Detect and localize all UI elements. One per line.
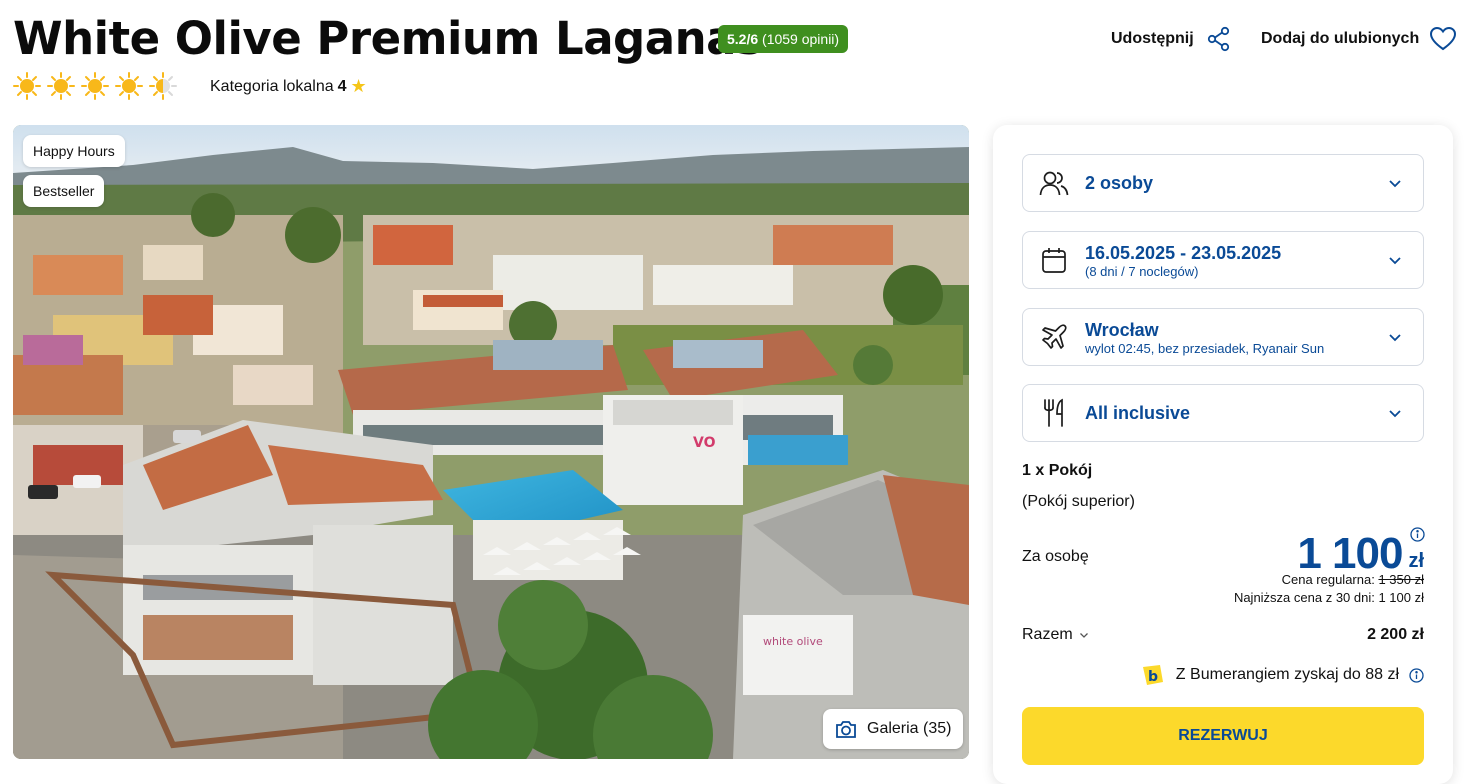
favorite-button[interactable]: Dodaj do ulubionych <box>1261 26 1457 52</box>
gallery-label: Galeria (35) <box>867 720 952 737</box>
favorite-label: Dodaj do ulubionych <box>1261 30 1420 47</box>
chevron-down-icon <box>1389 256 1401 264</box>
share-button[interactable]: Udostępnij <box>1111 26 1232 52</box>
total-toggle[interactable]: Razem <box>1022 626 1089 644</box>
cutlery-icon <box>1044 398 1063 427</box>
sun-icon <box>13 72 41 100</box>
rating-count: (1059 opinii) <box>762 31 840 47</box>
plane-icon <box>1042 324 1067 349</box>
bumerang-logo-icon: b <box>1142 665 1163 685</box>
booking-panel: 2 osoby 16.05.2025 - 23.05.2025 (8 dni /… <box>993 125 1453 784</box>
per-person-label: Za osobę <box>1022 548 1089 565</box>
svg-text:VO: VO <box>693 435 716 451</box>
total-label: Razem <box>1022 626 1073 643</box>
room-type: (Pokój superior) <box>1022 493 1135 510</box>
share-label: Udostępnij <box>1111 30 1194 47</box>
hotel-aerial-image: VO white olive <box>13 125 969 759</box>
share-icon <box>1207 26 1229 52</box>
regular-price-value: 1 350 zł <box>1378 572 1424 587</box>
svg-text:b: b <box>1148 669 1158 685</box>
regular-price-line: Cena regularna: 1 350 zł <box>1282 572 1424 587</box>
hotel-photo[interactable]: VO white olive <box>13 125 969 759</box>
dates-value: 16.05.2025 - 23.05.2025 <box>1085 242 1282 263</box>
sun-icon <box>47 72 75 100</box>
bumerang-text: Z Bumerangiem zyskaj do 88 zł <box>1175 666 1399 683</box>
bumerang-info: b Z Bumerangiem zyskaj do 88 zł <box>1140 662 1424 688</box>
room-count: 1 x Pokój <box>1022 462 1093 479</box>
price-currency: zł <box>1408 550 1424 572</box>
rating-badge[interactable]: 5.2/6 (1059 opinii) <box>718 25 849 53</box>
bestseller-tag: Bestseller <box>23 175 105 207</box>
chevron-down-icon <box>1389 409 1401 417</box>
board-value: All inclusive <box>1085 403 1191 423</box>
chevron-down-icon <box>1079 632 1088 638</box>
book-button[interactable]: REZERWUJ <box>1022 707 1424 765</box>
half-sun-icon <box>149 72 177 100</box>
gallery-button[interactable]: Galeria (35) <box>823 709 964 749</box>
departure-city: Wrocław <box>1085 319 1159 340</box>
local-category: Kategoria lokalna 4 ★ <box>210 76 367 97</box>
dates-selector[interactable]: 16.05.2025 - 23.05.2025 (8 dni / 7 nocle… <box>1022 231 1424 289</box>
departure-sub: wylot 02:45, bez przesiadek, Ryanair Sun <box>1085 340 1325 356</box>
board-selector[interactable]: All inclusive <box>1022 384 1424 442</box>
chevron-down-icon <box>1389 179 1401 187</box>
info-icon[interactable] <box>1410 527 1425 542</box>
calendar-icon <box>1042 248 1066 273</box>
hotel-title: White Olive Premium Laganas <box>13 12 763 65</box>
sun-icon <box>115 72 143 100</box>
star-icon: ★ <box>350 76 367 96</box>
svg-text:white olive: white olive <box>763 635 823 648</box>
total-value: 2 200 zł <box>1367 626 1424 643</box>
sun-rating <box>13 72 177 100</box>
regular-price-label: Cena regularna: <box>1281 572 1375 587</box>
hotel-header: White Olive Premium Laganas 5.2/6 (1059 … <box>0 0 1467 120</box>
local-category-label: Kategoria lokalna <box>210 77 334 95</box>
info-icon[interactable] <box>1409 667 1424 683</box>
departure-selector[interactable]: Wrocław wylot 02:45, bez przesiadek, Rya… <box>1022 308 1424 366</box>
heart-icon <box>1430 26 1457 51</box>
local-category-value: 4 <box>337 77 347 95</box>
chevron-down-icon <box>1389 333 1401 341</box>
users-icon <box>1039 171 1069 196</box>
guests-selector[interactable]: 2 osoby <box>1022 154 1424 212</box>
lowest-price-line: Najniższa cena z 30 dni: 1 100 zł <box>1233 590 1424 605</box>
sun-icon <box>81 72 109 100</box>
camera-icon <box>836 721 856 738</box>
rating-score: 5.2/6 <box>727 31 759 47</box>
happy-hours-tag: Happy Hours <box>23 135 125 167</box>
dates-sub: (8 dni / 7 noclegów) <box>1085 263 1199 279</box>
guests-value: 2 osoby <box>1085 173 1154 193</box>
